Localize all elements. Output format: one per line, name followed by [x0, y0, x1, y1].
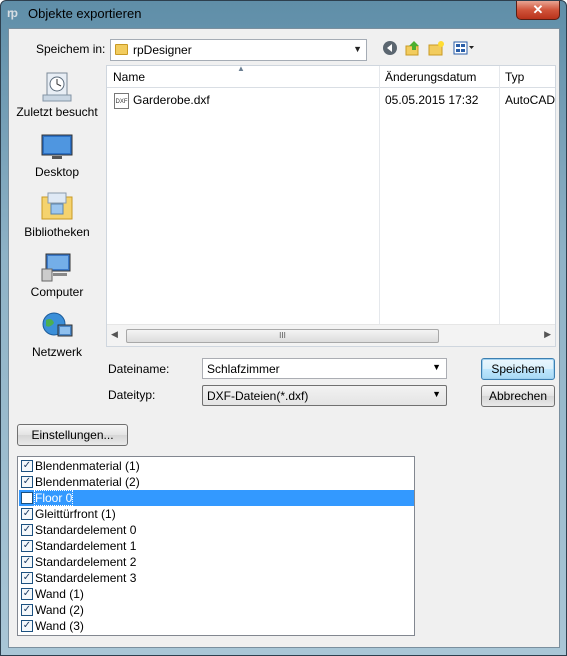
column-header-name[interactable]: Name [113, 70, 145, 84]
places-bar: Zuletzt besucht Desktop Bibliotheken Com… [9, 65, 105, 365]
checkbox[interactable]: ✓ [21, 476, 33, 488]
scrollbar-thumb[interactable]: III [126, 329, 439, 343]
chevron-down-icon[interactable]: ▼ [432, 362, 441, 372]
filename-combobox[interactable]: Schlafzimmer ▼ [202, 358, 447, 379]
checkbox[interactable]: ✓ [21, 508, 33, 520]
chevron-down-icon: ▼ [353, 44, 362, 54]
place-label: Zuletzt besucht [16, 105, 98, 119]
file-list[interactable]: Name ▲ Änderungsdatum Typ DXF Garderobe.… [106, 64, 556, 347]
file-type: AutoCAD [505, 93, 556, 107]
checkbox[interactable]: ✓ [21, 572, 33, 584]
checklist-item[interactable]: ✓ Standardelement 0 [19, 522, 414, 538]
dxf-file-icon: DXF [114, 93, 129, 109]
checklist-item-label: Gleittürfront (1) [35, 507, 116, 521]
checklist-item-selected[interactable]: Floor 0 [19, 490, 414, 506]
checklist-item-label: Blendenmaterial (2) [35, 475, 140, 489]
place-network[interactable]: Netzwerk [9, 311, 105, 371]
place-recent[interactable]: Zuletzt besucht [9, 71, 105, 131]
save-in-label: Speichem in: [36, 42, 106, 56]
checklist-item[interactable]: ✓ Wand (2) [19, 602, 414, 618]
up-folder-icon[interactable] [404, 40, 422, 58]
checkbox[interactable] [21, 492, 33, 504]
checklist-item[interactable]: ✓ Wand (1) [19, 586, 414, 602]
filetype-dropdown[interactable]: DXF-Dateien(*.dxf) ▼ [202, 385, 447, 406]
filetype-value: DXF-Dateien(*.dxf) [207, 389, 309, 403]
desktop-icon [40, 131, 74, 163]
location-dropdown[interactable]: rpDesigner ▼ [110, 39, 367, 61]
checklist-item-label: Floor 0 [33, 490, 74, 506]
scroll-left-icon[interactable]: ◀ [111, 329, 118, 340]
checklist-item[interactable]: ✓ Standardelement 3 [19, 570, 414, 586]
sort-ascending-icon: ▲ [237, 64, 245, 73]
close-button[interactable]: ✕ [516, 1, 560, 20]
checkbox[interactable]: ✓ [21, 540, 33, 552]
back-icon[interactable] [381, 40, 399, 58]
file-date: 05.05.2015 17:32 [385, 93, 479, 107]
scroll-right-icon[interactable]: ▶ [544, 329, 551, 340]
checklist-item-label: Wand (2) [35, 603, 84, 617]
app-icon: rp [7, 6, 18, 20]
file-row[interactable]: DXF Garderobe.dxf 05.05.2015 17:32 AutoC… [107, 90, 555, 110]
place-label: Computer [30, 285, 84, 299]
column-header-date[interactable]: Änderungsdatum [385, 70, 476, 84]
column-header-type[interactable]: Typ [505, 70, 524, 84]
filetype-label: Dateityp: [108, 388, 156, 402]
checklist-item[interactable]: ✓ Standardelement 1 [19, 538, 414, 554]
computer-icon [40, 251, 74, 283]
checkbox[interactable]: ✓ [21, 604, 33, 616]
place-label: Desktop [34, 165, 80, 179]
dialog-client-area: Speichem in: rpDesigner ▼ Zuletzt besuch… [8, 28, 560, 648]
new-folder-icon[interactable] [427, 40, 445, 58]
checklist-item-label: Standardelement 3 [35, 571, 137, 585]
dialog-window: rp Objekte exportieren ✕ Speichem in: rp… [0, 0, 567, 656]
title-bar[interactable]: rp Objekte exportieren ✕ [1, 1, 566, 27]
place-computer[interactable]: Computer [9, 251, 105, 311]
checkbox[interactable]: ✓ [21, 620, 33, 632]
file-list-header: Name ▲ Änderungsdatum Typ [107, 64, 555, 88]
checklist-item-label: Wand (1) [35, 587, 84, 601]
libraries-icon [40, 191, 74, 223]
window-title: Objekte exportieren [28, 6, 142, 21]
checklist-item-label: Wand (3) [35, 619, 84, 633]
chevron-down-icon[interactable]: ▼ [432, 389, 441, 399]
checklist-item[interactable]: ✓ Blendenmaterial (1) [19, 458, 414, 474]
checkbox[interactable]: ✓ [21, 460, 33, 472]
settings-button[interactable]: Einstellungen... [17, 424, 128, 446]
object-checklist[interactable]: ✓ Blendenmaterial (1) ✓ Blendenmaterial … [17, 456, 415, 636]
folder-icon [115, 44, 128, 55]
place-desktop[interactable]: Desktop [9, 131, 105, 191]
filename-value: Schlafzimmer [207, 362, 280, 376]
checklist-item-label: Blendenmaterial (1) [35, 459, 140, 473]
save-button[interactable]: Speichem [481, 358, 555, 380]
network-icon [40, 311, 74, 343]
place-libraries[interactable]: Bibliotheken [9, 191, 105, 251]
view-menu-icon[interactable] [452, 40, 476, 58]
horizontal-scrollbar[interactable]: ◀ III ▶ [107, 324, 555, 346]
file-name: Garderobe.dxf [133, 93, 210, 107]
checklist-item[interactable]: ✓ Gleittürfront (1) [19, 506, 414, 522]
checkbox[interactable]: ✓ [21, 588, 33, 600]
filename-label: Dateiname: [108, 362, 170, 376]
checklist-item[interactable]: ✓ Blendenmaterial (2) [19, 474, 414, 490]
checklist-item-label: Standardelement 1 [35, 539, 137, 553]
checkbox[interactable]: ✓ [21, 524, 33, 536]
place-label: Netzwerk [31, 345, 82, 359]
cancel-button[interactable]: Abbrechen [481, 385, 555, 407]
recent-places-icon [40, 71, 74, 103]
checklist-item-label: Standardelement 0 [35, 523, 137, 537]
checklist-item[interactable]: ✓ Standardelement 2 [19, 554, 414, 570]
checkbox[interactable]: ✓ [21, 556, 33, 568]
checklist-item[interactable]: ✓ Wand (3) [19, 618, 414, 634]
checklist-item-label: Standardelement 2 [35, 555, 137, 569]
location-value: rpDesigner [133, 43, 192, 57]
place-label: Bibliotheken [24, 225, 90, 239]
